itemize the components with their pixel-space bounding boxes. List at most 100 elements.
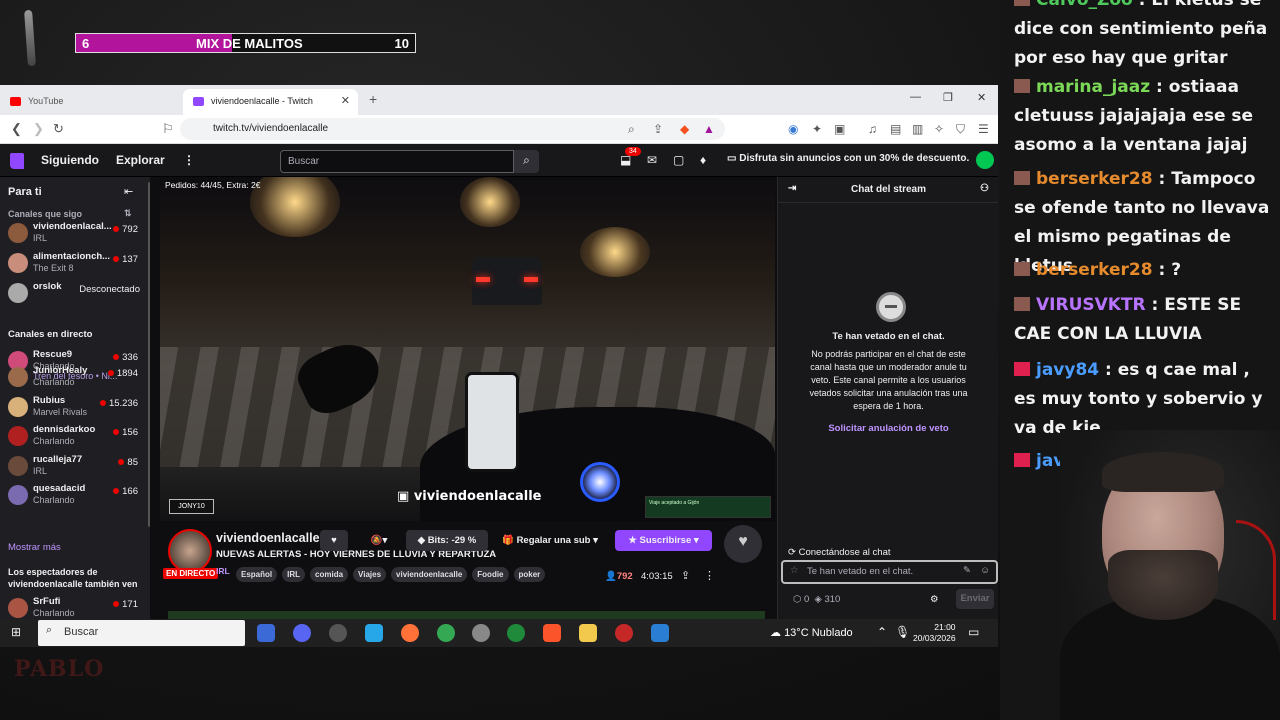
new-tab-button[interactable]: + bbox=[369, 91, 377, 107]
bookmark-icon[interactable]: ⚐ bbox=[162, 121, 174, 137]
smiley-icon[interactable]: ☺ bbox=[980, 565, 990, 576]
taskbar-search[interactable]: ⌕ Buscar bbox=[38, 620, 245, 646]
leo-icon[interactable]: ✧ bbox=[934, 122, 944, 136]
activity-icon[interactable]: ▢ bbox=[673, 153, 684, 167]
close-tab-icon[interactable]: ✕ bbox=[341, 94, 350, 107]
collapse-chat-icon[interactable]: ⇥ bbox=[788, 183, 796, 194]
show-more-link[interactable]: Mostrar más bbox=[8, 542, 61, 553]
whispers-icon[interactable]: ✉ bbox=[647, 153, 657, 167]
telegram-icon[interactable] bbox=[365, 624, 383, 642]
tab-label: YouTube bbox=[28, 96, 64, 106]
stream-tag[interactable]: poker bbox=[513, 567, 546, 582]
send-button[interactable]: Enviar bbox=[956, 589, 994, 609]
sidebar-channel[interactable]: viviendoenlacal... IRL 792 bbox=[0, 219, 150, 247]
more-icon[interactable]: ⋮ bbox=[183, 153, 195, 167]
vpn-icon[interactable]: ⛉ bbox=[956, 122, 965, 137]
gift-sub-button[interactable]: 🎁 Regalar una sub ▾ bbox=[494, 530, 606, 551]
search-icon[interactable]: ⌕ bbox=[514, 150, 539, 173]
chat-settings-icon[interactable]: ⚙ bbox=[930, 594, 939, 605]
minimize-button[interactable]: — bbox=[910, 91, 921, 103]
stream-tag[interactable]: Foodie bbox=[472, 567, 509, 582]
extension-icon[interactable]: ◉ bbox=[788, 122, 798, 136]
sidebar-channel[interactable]: dennisdarkoo Charlando 156 bbox=[0, 422, 150, 450]
sidebar-channel[interactable]: quesadacid Charlando 166 bbox=[0, 481, 150, 509]
live-dot-icon bbox=[113, 429, 120, 435]
crown-icon[interactable]: ♦ bbox=[700, 153, 706, 167]
bits-button[interactable]: ◆ Bits: -29 % bbox=[406, 530, 488, 551]
zoom-icon[interactable]: ⌕ bbox=[628, 122, 635, 137]
sidebar-channel[interactable]: orslok Desconectado bbox=[0, 279, 150, 307]
music-icon[interactable]: ♫ bbox=[868, 122, 877, 136]
emote-icon[interactable]: ✎ bbox=[963, 565, 971, 576]
close-window-button[interactable]: ✕ bbox=[977, 91, 986, 104]
chrome-icon[interactable] bbox=[437, 624, 455, 642]
sort-icon[interactable]: ⇅ bbox=[124, 208, 132, 219]
media-player-icon[interactable] bbox=[472, 624, 490, 642]
stream-tag[interactable]: Viajes bbox=[353, 567, 387, 582]
share-icon[interactable]: ⇪ bbox=[653, 122, 663, 136]
follow-heart-icon[interactable]: ♥ bbox=[320, 530, 348, 551]
twitch-logo-icon[interactable] bbox=[10, 153, 24, 169]
weather[interactable]: ☁ 13°C Nublado bbox=[770, 626, 853, 639]
sidebar-channel[interactable]: rucalleja77 IRL 85 bbox=[0, 452, 150, 480]
chat-users-icon[interactable]: ⚇ bbox=[980, 183, 989, 194]
collapse-sidebar-icon[interactable]: ⇤ bbox=[124, 185, 133, 198]
user-avatar[interactable] bbox=[976, 151, 994, 169]
heart-gift-icon[interactable]: ♥ bbox=[724, 525, 762, 563]
stream-category[interactable]: IRL bbox=[216, 566, 230, 576]
brave-icon[interactable] bbox=[543, 624, 561, 642]
menu-icon[interactable]: ☰ bbox=[978, 122, 989, 136]
clock[interactable]: 21:00 20/03/2026 bbox=[913, 622, 956, 644]
tabs-icon[interactable]: ▥ bbox=[912, 122, 923, 136]
sidebar-channel[interactable]: alimentacionch... The Exit 8 137 bbox=[0, 249, 150, 277]
unban-request-link[interactable]: Solicitar anulación de veto bbox=[778, 423, 998, 434]
photos-icon[interactable] bbox=[651, 624, 669, 642]
address-bar[interactable]: twitch.tv/viviendoenlacalle bbox=[180, 118, 725, 140]
app-icon[interactable] bbox=[615, 624, 633, 642]
ban-title: Te han vetado en el chat. bbox=[832, 331, 945, 342]
notifications-icon[interactable]: ▭ bbox=[968, 625, 979, 639]
forward-button[interactable]: ❯ bbox=[33, 121, 44, 137]
chat-input[interactable]: ☆ Te han vetado en el chat. ✎ ☺ bbox=[781, 560, 998, 584]
subscribe-button[interactable]: ★ Suscribirse ▾ bbox=[615, 530, 712, 551]
stream-tag[interactable]: IRL bbox=[282, 567, 306, 582]
tab-youtube[interactable]: YouTube bbox=[0, 89, 180, 115]
file-explorer-icon[interactable] bbox=[579, 624, 597, 642]
restore-button[interactable]: ❐ bbox=[943, 91, 953, 104]
share-icon[interactable]: ⇪ bbox=[681, 569, 690, 582]
sidebar-channel[interactable]: Rubius Marvel Rivals 15.236 bbox=[0, 393, 150, 421]
stream-tag[interactable]: viviendoenlacalle bbox=[391, 567, 468, 582]
more-options-icon[interactable]: ⋮ bbox=[704, 569, 715, 582]
notification-bell-icon[interactable]: 🔕▾ bbox=[360, 530, 398, 551]
brave-shield-icon[interactable]: ◆ bbox=[680, 122, 689, 136]
video-player[interactable]: Pedidos: 44/45, Extra: 2€ ▣ viviendoenla… bbox=[160, 177, 775, 521]
puzzle-icon[interactable]: ✦ bbox=[812, 122, 822, 136]
taskview-icon[interactable] bbox=[257, 624, 275, 642]
channel-points[interactable]: ⬡ 0 ◈ 310 bbox=[793, 594, 840, 605]
xbox-icon[interactable] bbox=[507, 624, 525, 642]
channel-name: viviendoenlacal... bbox=[33, 221, 112, 232]
nav-following[interactable]: Siguiendo bbox=[41, 153, 99, 167]
reload-button[interactable]: ↻ bbox=[53, 121, 64, 137]
turbo-promo[interactable]: ▭ Disfruta sin anuncios con un 30% de de… bbox=[727, 153, 969, 164]
sidebar-channel[interactable]: SrFufi Charlando 171 bbox=[0, 594, 150, 619]
channel-name[interactable]: viviendoenlacalle bbox=[216, 531, 333, 545]
obs-icon[interactable] bbox=[329, 624, 347, 642]
brave-rewards-icon[interactable]: ▲ bbox=[703, 122, 715, 136]
sidebar-channel[interactable]: JuniorHealy Charlando 1894 bbox=[0, 363, 150, 391]
tray-arrow-icon[interactable]: ⌃ bbox=[877, 625, 887, 639]
microphone-icon[interactable]: 🎙 bbox=[895, 625, 910, 639]
tab-twitch[interactable]: viviendoenlacalle - Twitch ✕ bbox=[183, 89, 358, 115]
nav-browse[interactable]: Explorar bbox=[116, 153, 165, 167]
channel-avatar[interactable] bbox=[168, 529, 212, 573]
extension-icon-2[interactable]: ▣ bbox=[834, 122, 845, 136]
stream-tag[interactable]: comida bbox=[310, 567, 349, 582]
windows-start-icon[interactable]: ⊞ bbox=[11, 625, 21, 639]
discord-icon[interactable] bbox=[293, 624, 311, 642]
back-button[interactable]: ❮ bbox=[11, 121, 22, 137]
stream-tag[interactable]: Español bbox=[236, 567, 278, 582]
search-input[interactable]: Buscar bbox=[280, 150, 514, 173]
firefox-icon[interactable] bbox=[401, 624, 419, 642]
sidebar-icon[interactable]: ▤ bbox=[890, 122, 901, 136]
sidebar-scrollbar[interactable] bbox=[148, 182, 150, 527]
